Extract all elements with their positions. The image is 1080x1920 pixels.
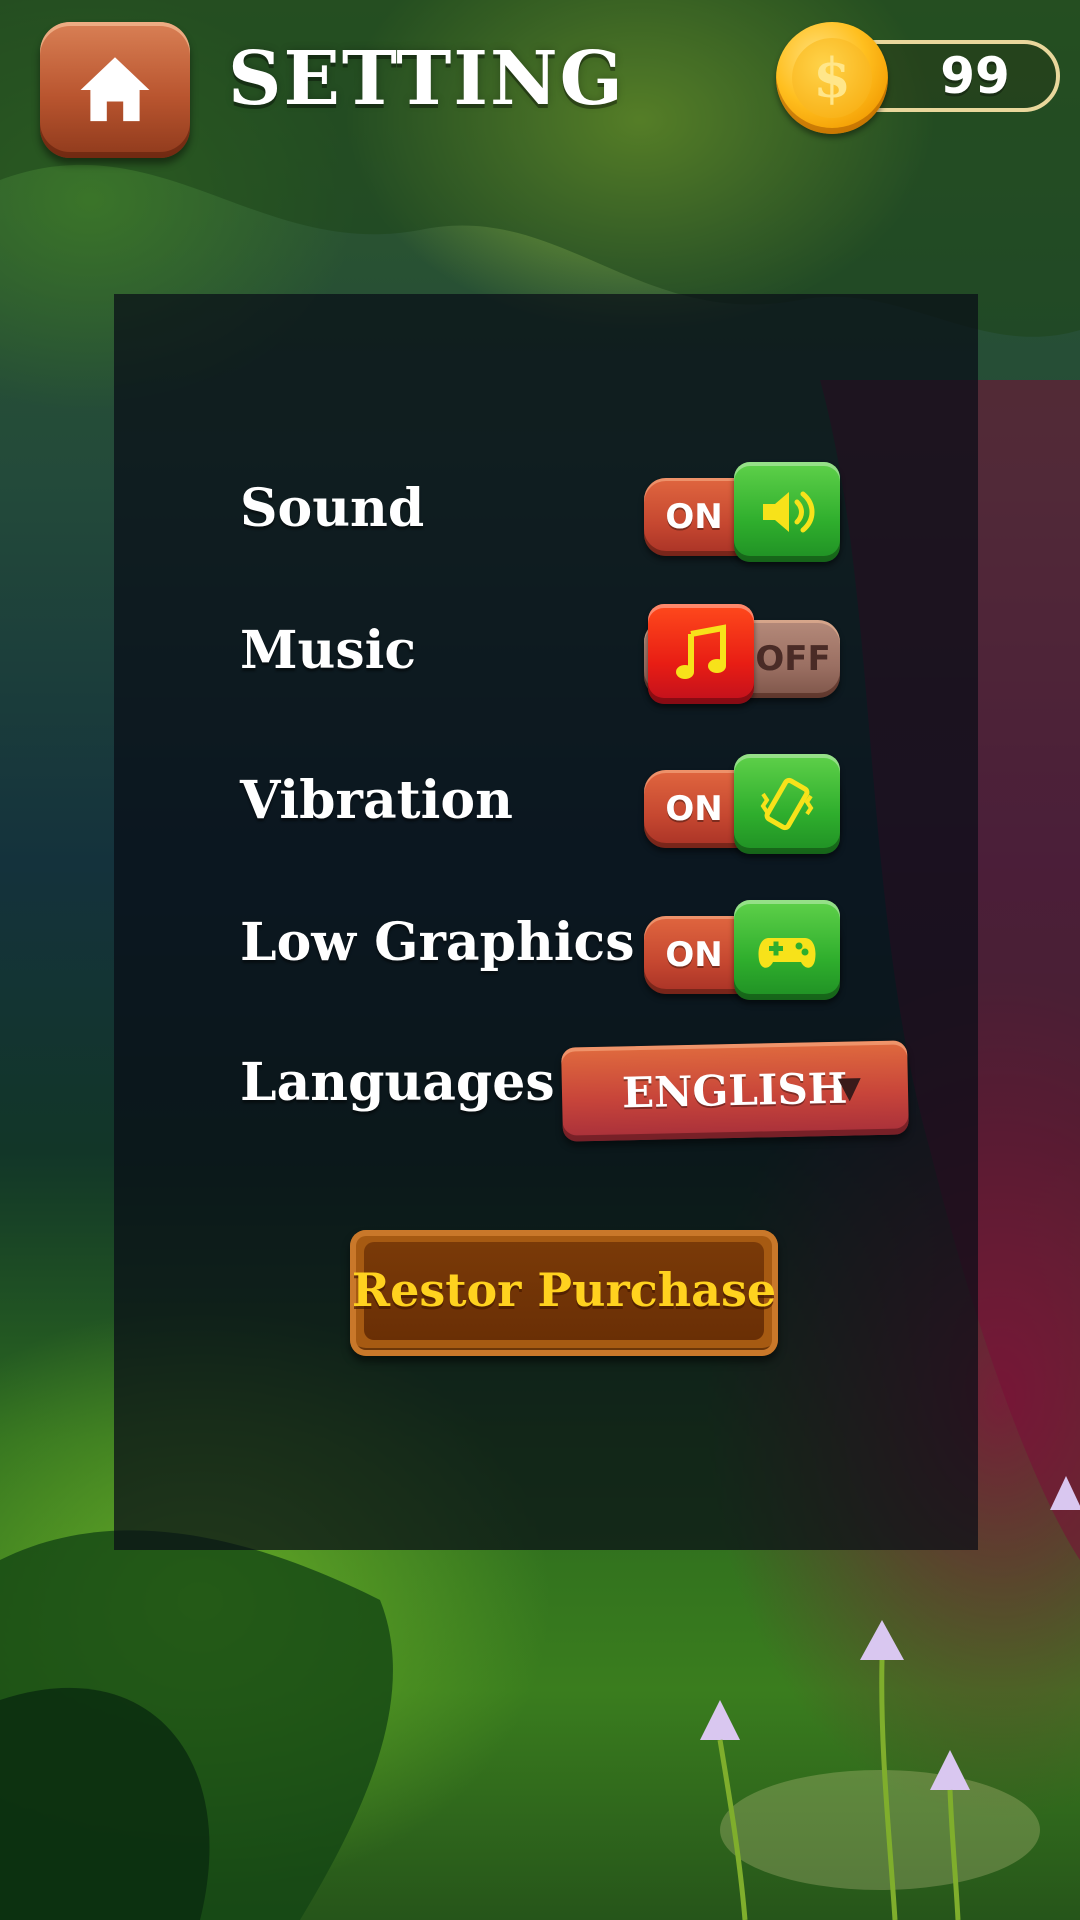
low-graphics-label: Low Graphics <box>240 912 635 973</box>
vibration-label: Vibration <box>240 770 513 831</box>
home-icon <box>80 57 150 122</box>
page-title: SETTING <box>228 36 625 122</box>
gamepad-icon <box>758 938 816 968</box>
sound-label: Sound <box>240 478 425 539</box>
sound-state: ON <box>665 497 723 537</box>
restore-purchase-label: Restor Purchase <box>351 1263 777 1317</box>
music-label: Music <box>240 620 417 681</box>
sound-toggle[interactable]: ON <box>644 462 844 566</box>
chevron-down-icon: ▼ <box>837 1070 862 1106</box>
language-value: ENGLISH <box>621 1063 848 1118</box>
music-state: OFF <box>755 639 831 679</box>
languages-label: Languages <box>240 1052 555 1113</box>
restore-purchase-button[interactable]: Restor Purchase <box>350 1230 778 1356</box>
music-note-icon <box>676 624 726 679</box>
vibration-state: ON <box>665 789 723 829</box>
music-toggle[interactable]: OFF <box>644 604 844 708</box>
coin-count: 99 <box>940 47 1010 105</box>
low-graphics-toggle[interactable]: ON <box>644 900 844 1004</box>
vibration-toggle[interactable]: ON <box>644 754 844 858</box>
speaker-icon <box>763 491 815 533</box>
vibration-phone-icon <box>760 777 814 831</box>
low-graphics-state: ON <box>665 935 723 975</box>
language-dropdown[interactable]: ENGLISH ▼ <box>561 1040 909 1142</box>
coin-icon: $ <box>776 22 888 134</box>
home-button[interactable] <box>40 22 190 158</box>
